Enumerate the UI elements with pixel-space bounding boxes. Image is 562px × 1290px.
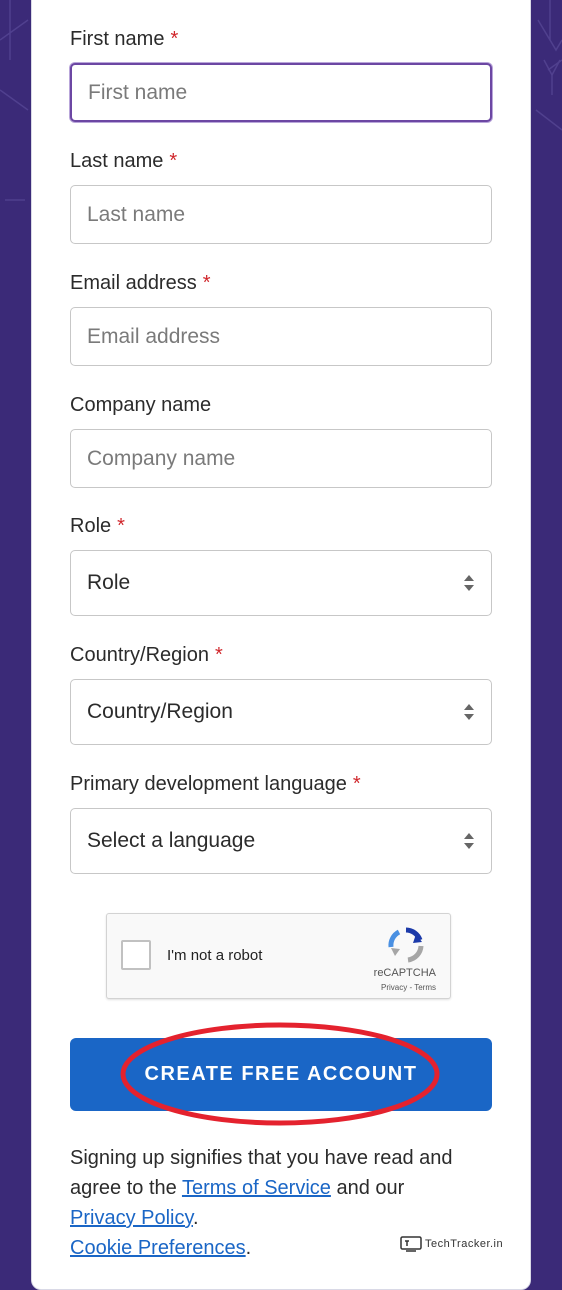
language-select[interactable]: Select a language [70, 808, 492, 874]
role-select[interactable]: Role [70, 550, 492, 616]
watermark: TechTracker.in [400, 1236, 503, 1252]
country-select[interactable]: Country/Region [70, 679, 492, 745]
recaptcha-label: I'm not a robot [167, 947, 263, 964]
required-mark: * [169, 150, 178, 172]
recaptcha-privacy-link[interactable]: Privacy [381, 983, 407, 992]
recaptcha-terms-link[interactable]: Terms [414, 983, 436, 992]
email-input[interactable] [70, 307, 492, 366]
create-account-button[interactable]: CREATE FREE ACCOUNT [70, 1038, 492, 1111]
cookie-preferences-link[interactable]: Cookie Preferences [70, 1237, 246, 1259]
required-mark: * [352, 773, 361, 795]
select-arrows-icon [464, 833, 474, 849]
recaptcha-brand: reCAPTCHA [373, 967, 436, 979]
privacy-policy-link[interactable]: Privacy Policy [70, 1207, 193, 1229]
required-mark: * [117, 515, 125, 537]
last-name-input[interactable] [70, 185, 492, 244]
email-label: Email address * [70, 272, 211, 294]
required-mark: * [214, 644, 223, 666]
country-select-value: Country/Region [87, 700, 233, 723]
recaptcha-checkbox[interactable] [121, 940, 151, 970]
company-input[interactable] [70, 429, 492, 488]
recaptcha-widget: I'm not a robot reCAPTCHA Privacy - Term… [106, 913, 451, 999]
role-select-value: Role [87, 571, 131, 594]
first-name-input[interactable] [70, 63, 492, 122]
country-label: Country/Region * [70, 644, 223, 666]
required-mark: * [202, 272, 211, 294]
first-name-label: First name * [70, 28, 179, 50]
terms-of-service-link[interactable]: Terms of Service [182, 1177, 331, 1199]
select-arrows-icon [464, 704, 474, 720]
last-name-label: Last name * [70, 150, 178, 172]
company-label: Company name [70, 394, 212, 416]
language-label: Primary development language * [70, 773, 361, 795]
watermark-logo-icon [400, 1236, 422, 1252]
required-mark: * [170, 28, 179, 50]
recaptcha-links: Privacy - Terms [381, 983, 436, 992]
language-select-value: Select a language [87, 829, 256, 852]
role-label: Role * [70, 515, 125, 537]
recaptcha-logo-icon [388, 927, 424, 963]
select-arrows-icon [464, 575, 474, 591]
